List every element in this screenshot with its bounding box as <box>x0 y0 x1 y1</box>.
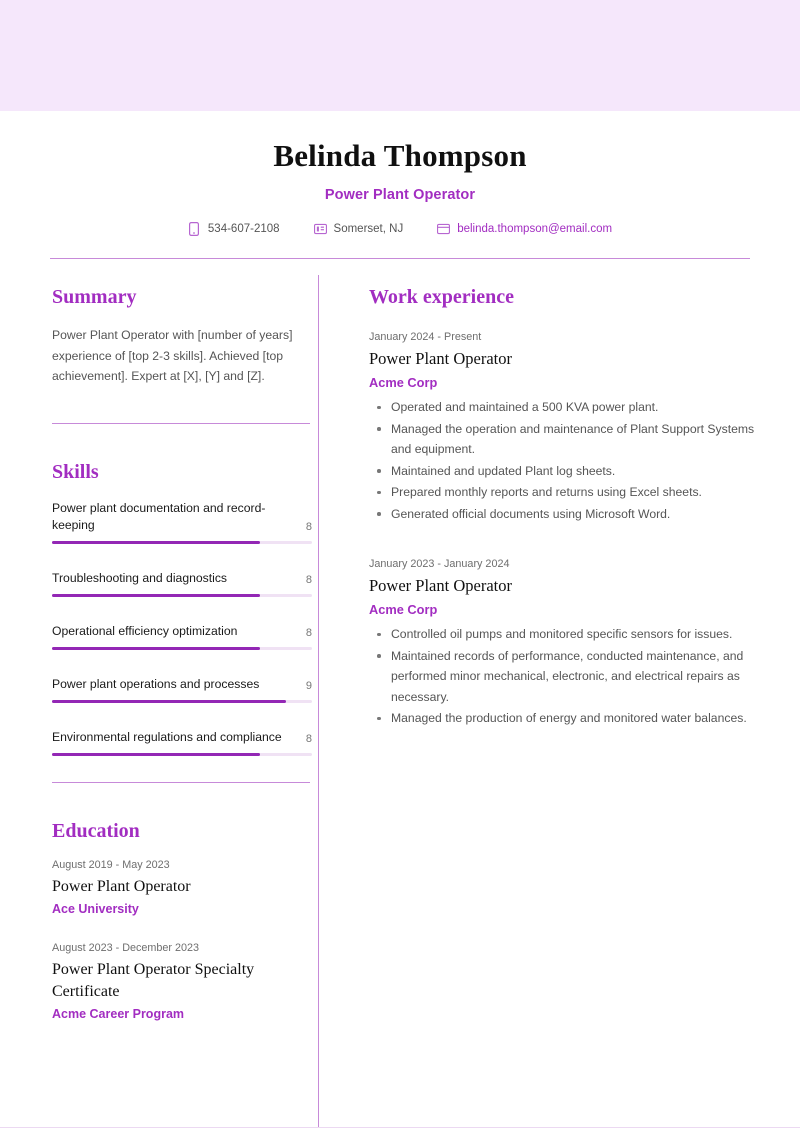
skill-bar-fill <box>52 646 260 650</box>
education-title: Power Plant Operator <box>52 877 191 895</box>
skill-bar-fill <box>52 593 260 597</box>
skill-score: 8 <box>305 732 312 745</box>
job-bullet: Maintained and updated Plant log sheets. <box>377 461 766 482</box>
skill-item: Environmental regulations and compliance… <box>52 729 312 756</box>
job-bullet: Managed the operation and maintenance of… <box>377 419 766 460</box>
job-company: Acme Corp <box>369 602 438 617</box>
skills-divider <box>52 781 310 783</box>
skill-bar-fill <box>52 699 286 703</box>
education-org: Acme Career Program <box>52 1006 185 1021</box>
job-bullet: Maintained records of performance, condu… <box>377 646 766 708</box>
phone-icon <box>188 222 201 236</box>
summary-heading: Summary <box>52 286 137 308</box>
education-title: Power Plant Operator Specialty Certifica… <box>52 960 255 1000</box>
contact-phone-value: 534-607-2108 <box>207 223 280 235</box>
skills-section: Skills Power plant documentation and rec… <box>52 460 318 783</box>
location-icon <box>313 222 327 236</box>
resume-header: Belinda Thompson Power Plant Operator 53… <box>0 111 800 236</box>
job-bullet: Operated and maintained a 500 KVA power … <box>377 397 766 418</box>
education-entry: August 2023 - December 2023 Power Plant … <box>52 942 314 1021</box>
skill-bar-track <box>52 646 312 650</box>
skill-item: Operational efficiency optimization 8 <box>52 623 312 650</box>
email-icon <box>437 222 451 236</box>
job-bullet-list: Controlled oil pumps and monitored speci… <box>369 624 766 729</box>
skill-name: Operational efficiency optimization <box>52 623 238 638</box>
resume-page: Belinda Thompson Power Plant Operator 53… <box>0 0 800 1128</box>
skill-bar-track <box>52 593 312 597</box>
skill-score: 8 <box>305 520 312 533</box>
job-role: Power Plant Operator <box>369 576 512 595</box>
job-bullet-list: Operated and maintained a 500 KVA power … <box>369 397 766 524</box>
skill-score: 9 <box>305 679 312 692</box>
job-bullet: Generated official documents using Micro… <box>377 504 766 525</box>
skill-bar-fill <box>52 540 260 544</box>
education-heading: Education <box>52 819 140 842</box>
job-bullet: Controlled oil pumps and monitored speci… <box>377 624 766 645</box>
summary-text: Power Plant Operator with [number of yea… <box>52 328 293 383</box>
job-company: Acme Corp <box>369 375 438 390</box>
job-role: Power Plant Operator <box>369 349 512 368</box>
job-bullet: Managed the production of energy and mon… <box>377 708 766 729</box>
top-banner <box>0 0 800 111</box>
skills-heading: Skills <box>52 460 99 483</box>
education-date: August 2023 - December 2023 <box>52 941 200 954</box>
resume-body: Summary Power Plant Operator with [numbe… <box>0 259 800 1128</box>
candidate-name: Belinda Thompson <box>273 138 527 173</box>
education-entry: August 2019 - May 2023 Power Plant Opera… <box>52 859 314 916</box>
skill-item: Troubleshooting and diagnostics 8 <box>52 570 312 597</box>
education-date: August 2019 - May 2023 <box>52 858 170 871</box>
skill-name: Power plant documentation and record-kee… <box>52 500 266 532</box>
skill-item: Power plant operations and processes 9 <box>52 676 312 703</box>
skill-name: Troubleshooting and diagnostics <box>52 570 228 585</box>
contact-phone[interactable]: 534-607-2108 <box>188 222 280 236</box>
education-section: Education August 2019 - May 2023 Power P… <box>52 819 318 1021</box>
work-experience-entry: January 2023 - January 2024 Power Plant … <box>369 558 766 729</box>
skill-bar-track <box>52 540 312 544</box>
contact-email-value[interactable]: belinda.thompson@email.com <box>457 223 612 235</box>
left-column: Summary Power Plant Operator with [numbe… <box>0 259 318 1128</box>
job-date: January 2024 - Present <box>369 331 482 343</box>
work-experience-entry: January 2024 - Present Power Plant Opera… <box>369 331 766 524</box>
candidate-job-title: Power Plant Operator <box>324 187 476 203</box>
contact-row: 534-607-2108 Somerset, NJ belinda.thomps… <box>50 222 750 236</box>
skill-name: Environmental regulations and compliance <box>52 729 282 744</box>
skill-name: Power plant operations and processes <box>52 676 260 691</box>
work-experience-heading: Work experience <box>369 286 514 308</box>
summary-section: Summary Power Plant Operator with [numbe… <box>52 285 318 424</box>
skill-bar-track <box>52 752 312 756</box>
skill-item: Power plant documentation and record-kee… <box>52 500 312 544</box>
skill-bar-fill <box>52 752 260 756</box>
skill-bar-track <box>52 699 312 703</box>
contact-location-value: Somerset, NJ <box>333 223 404 235</box>
contact-location[interactable]: Somerset, NJ <box>313 222 404 236</box>
right-column: Work experience January 2024 - Present P… <box>319 259 800 1128</box>
summary-divider <box>52 422 310 424</box>
skill-score: 8 <box>305 573 312 586</box>
job-bullet: Prepared monthly reports and returns usi… <box>377 482 766 503</box>
job-date: January 2023 - January 2024 <box>369 558 510 570</box>
education-org: Ace University <box>52 901 139 916</box>
skill-score: 8 <box>305 626 312 639</box>
contact-email[interactable]: belinda.thompson@email.com <box>437 222 612 236</box>
